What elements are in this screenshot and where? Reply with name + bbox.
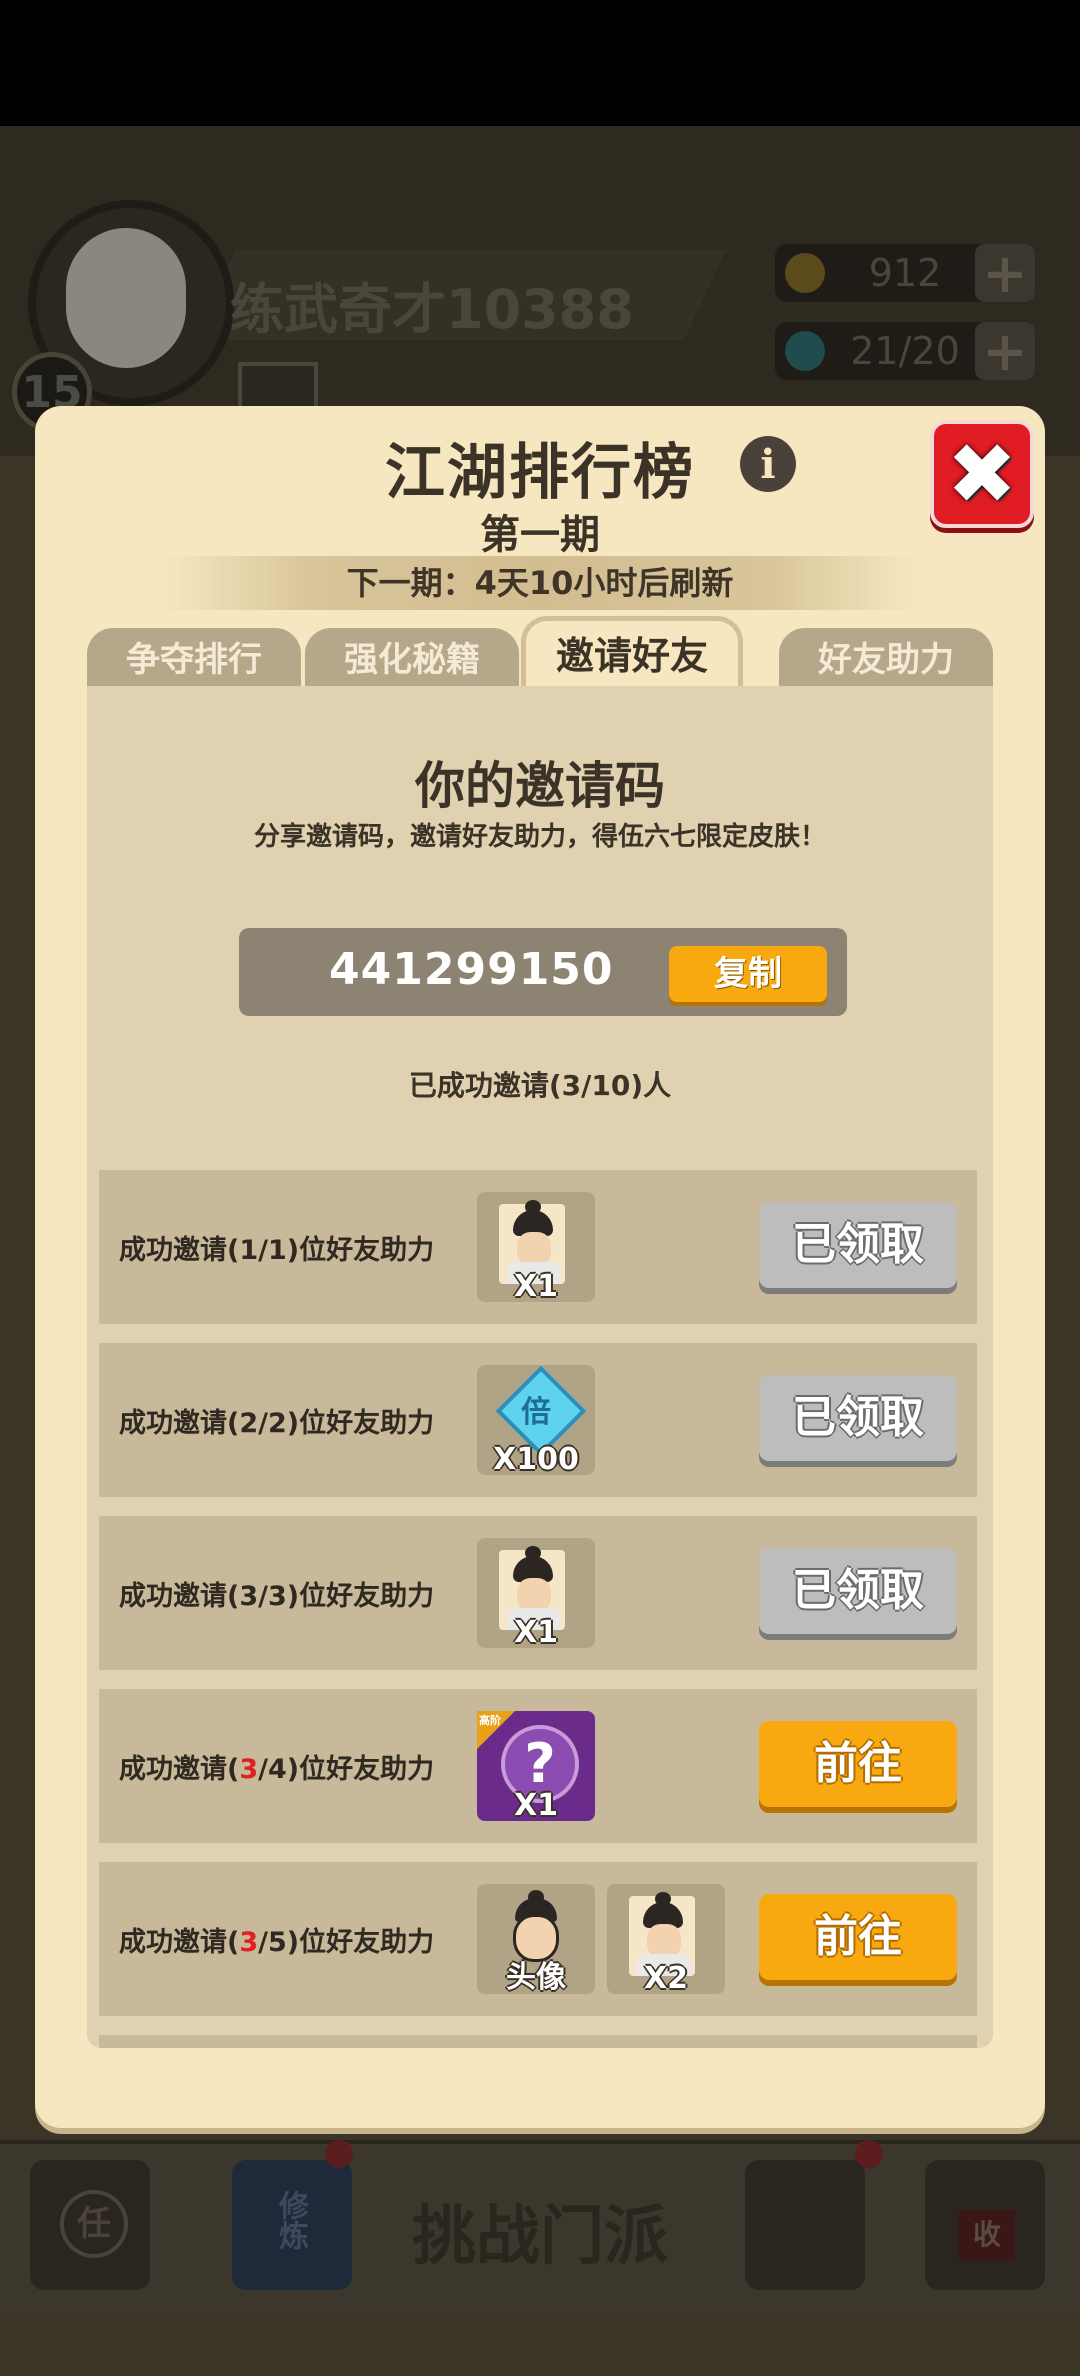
player-name: 练武奇才10388 — [230, 278, 634, 341]
tab-ranking[interactable]: 争夺排行 — [87, 628, 301, 686]
coin-value: 912 — [868, 251, 942, 295]
challenge-sect-button[interactable]: 挑战门派 — [360, 2185, 720, 2277]
close-icon: ✖ — [946, 425, 1018, 523]
avatar-reward[interactable]: 头像 — [477, 1884, 595, 1995]
reward-count: X2 — [643, 1961, 688, 1996]
reward-row: 成功邀请(1/1)位好友助力 X1 已领取 — [99, 1170, 977, 1324]
row-label: 成功邀请(3/3)位好友助力 — [119, 1581, 435, 1612]
go-button[interactable]: 前往 — [759, 1894, 957, 1980]
period-label: 第一期 — [480, 512, 600, 558]
add-coins-button[interactable]: + — [975, 242, 1035, 305]
reward-row — [99, 2035, 977, 2048]
claimed-button[interactable]: 已领取 — [759, 1548, 957, 1634]
tab-upgrade[interactable]: 强化秘籍 — [305, 628, 519, 686]
rank-badge-text: 高阶 — [479, 1714, 501, 1727]
invited-count: 已成功邀请(3/10)人 — [408, 1069, 672, 1102]
train-icon: 修炼 — [273, 2190, 308, 2250]
hero-reward[interactable]: X1 — [477, 1192, 595, 1304]
task-icon: 任 — [60, 2190, 128, 2258]
coin-icon — [785, 253, 825, 293]
copy-button[interactable]: 复制 — [669, 946, 827, 1002]
reward-row: 成功邀请(3/5)位好友助力 头像 X2 前往 — [99, 1862, 977, 2016]
bottom-tab-train[interactable]: 修炼 — [232, 2160, 352, 2290]
mystery-reward[interactable]: ? 高阶 X1 — [477, 1711, 595, 1823]
row-label: 成功邀请(3/4)位好友助力 — [119, 1754, 435, 1785]
row-label: 成功邀请(3/5)位好友助力 — [119, 1927, 435, 1958]
multiplier-reward[interactable]: 倍 X100 — [477, 1365, 595, 1477]
hero-reward[interactable]: X1 — [477, 1538, 595, 1650]
notification-dot — [325, 2140, 353, 2168]
close-button[interactable]: ✖ — [930, 420, 1034, 528]
invite-description: 分享邀请码，邀请好友助力，得伍六七限定皮肤！ — [253, 822, 826, 852]
energy-icon — [785, 331, 825, 371]
tab-bar: 争夺排行 强化秘籍 邀请好友 好友助力 — [87, 616, 993, 686]
row-label: 成功邀请(1/1)位好友助力 — [119, 1235, 435, 1266]
invite-code-title: 你的邀请码 — [415, 757, 665, 815]
go-button[interactable]: 前往 — [759, 1721, 957, 1807]
claimed-button[interactable]: 已领取 — [759, 1375, 957, 1461]
tab-invite-friends[interactable]: 邀请好友 — [521, 616, 743, 686]
reward-count: 头像 — [506, 1960, 566, 1995]
invite-panel: 你的邀请码 分享邀请码，邀请好友助力，得伍六七限定皮肤！ 441299150 复… — [87, 686, 993, 2048]
ranking-modal: 江湖排行榜 i 第一期 下一期：4天10小时后刷新 争夺排行 强化秘籍 邀请好友… — [35, 406, 1045, 2128]
diamond-icon-text: 倍 — [521, 1395, 551, 1430]
bottom-tab-armor[interactable] — [745, 2160, 865, 2290]
add-energy-button[interactable]: + — [975, 320, 1035, 383]
bottom-tab-collect[interactable]: 收 — [925, 2160, 1045, 2290]
claimed-button[interactable]: 已领取 — [759, 1202, 957, 1288]
reward-row: 成功邀请(3/3)位好友助力 X1 已领取 — [99, 1516, 977, 1670]
reward-row: 成功邀请(2/2)位好友助力 倍 X100 已领取 — [99, 1343, 977, 1497]
reward-row: 成功邀请(3/4)位好友助力 ? 高阶 X1 前往 — [99, 1689, 977, 1843]
bottom-tab-task[interactable]: 任 — [30, 2160, 150, 2290]
invite-code-box: 441299150 复制 — [239, 928, 847, 1016]
reward-count: X1 — [513, 1615, 558, 1650]
reward-count: X1 — [513, 1269, 558, 1304]
modal-title: 江湖排行榜 — [385, 438, 695, 508]
reward-count: X1 — [513, 1788, 558, 1823]
reward-count: X100 — [493, 1442, 579, 1477]
invite-code: 441299150 — [329, 944, 614, 995]
collect-icon: 收 — [959, 2210, 1015, 2260]
row-label: 成功邀请(2/2)位好友助力 — [119, 1408, 435, 1439]
refresh-countdown: 下一期：4天10小时后刷新 — [346, 564, 734, 602]
tab-friend-assist[interactable]: 好友助力 — [779, 628, 993, 686]
energy-value: 21/20 — [850, 329, 960, 373]
info-icon[interactable]: i — [740, 436, 796, 492]
notification-dot — [855, 2140, 883, 2168]
hero-reward[interactable]: X2 — [607, 1884, 725, 1996]
